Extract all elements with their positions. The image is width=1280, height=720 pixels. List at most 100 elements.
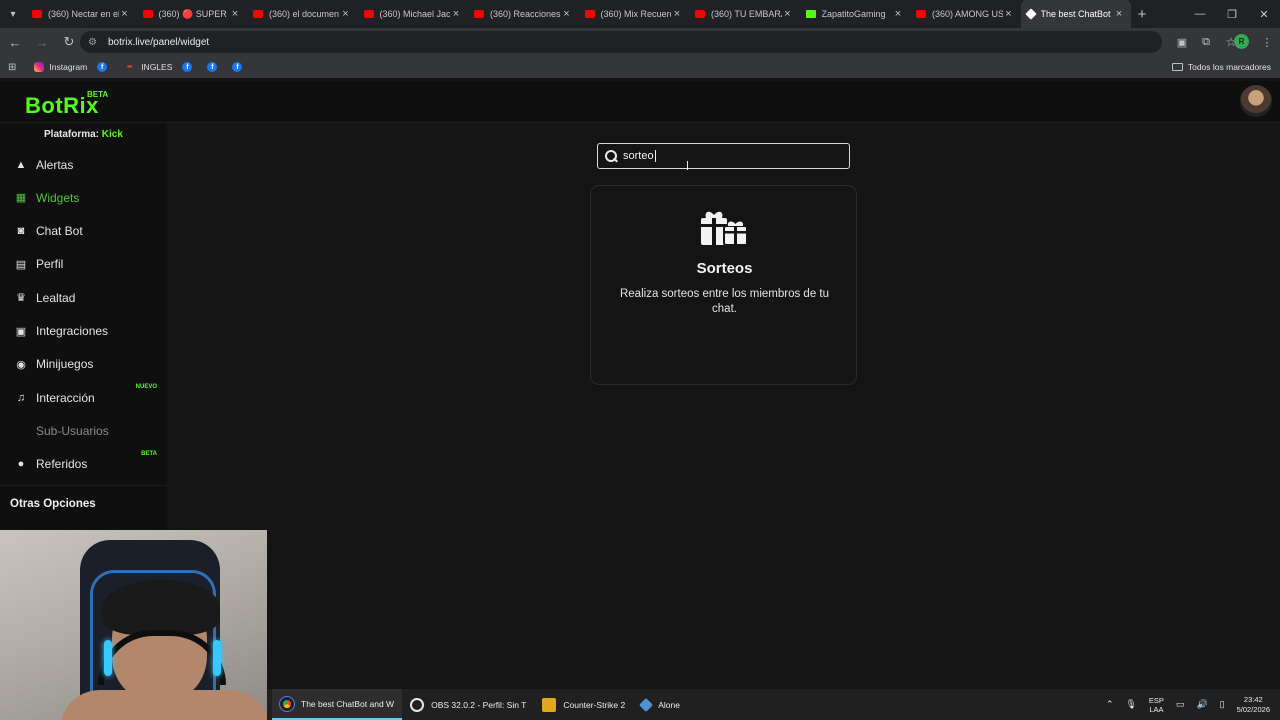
tab-title: (360) AMONG US bbox=[932, 9, 1003, 19]
sidebar-item-widgets[interactable]: ▦ Widgets bbox=[0, 181, 166, 214]
taskbar-app[interactable]: Counter-Strike 2 bbox=[534, 689, 633, 720]
all-bookmarks-folder[interactable]: Todos los marcadores bbox=[1171, 56, 1271, 78]
bookmark-item[interactable]: f bbox=[182, 62, 197, 72]
sidebar-item-interacci-n[interactable]: ♫ Interacción NUEVO bbox=[0, 381, 166, 414]
all-bookmarks-label: Todos los marcadores bbox=[1187, 62, 1271, 72]
input-language[interactable]: ESP LAA bbox=[1149, 696, 1164, 714]
ingles-icon: ••• bbox=[127, 63, 132, 71]
sidebar-item-sub-usuarios[interactable]: Sub-Usuarios bbox=[0, 414, 166, 447]
url-field[interactable]: ⚙ botrix.live/panel/widget ☆ bbox=[80, 31, 1236, 53]
close-tab-icon[interactable]: × bbox=[782, 8, 794, 20]
plug-icon: ▣ bbox=[15, 325, 27, 338]
close-tab-icon[interactable]: × bbox=[561, 8, 573, 20]
logo-beta-badge: BETA bbox=[87, 90, 109, 99]
close-tab-icon[interactable]: × bbox=[1113, 8, 1125, 20]
media-icon[interactable]: ▣ bbox=[1170, 30, 1194, 54]
network-icon[interactable]: ▭ bbox=[1176, 699, 1185, 710]
close-tab-icon[interactable]: × bbox=[1003, 8, 1015, 20]
back-button[interactable]: ← bbox=[3, 30, 27, 54]
kick-icon bbox=[805, 10, 816, 18]
windows-taskbar: The best ChatBot and W OBS 32.0.2 - Perf… bbox=[267, 689, 1280, 720]
browser-tab[interactable]: The best ChatBot × bbox=[1020, 0, 1131, 28]
taskbar-app-label: OBS 32.0.2 - Perfil: Sin T bbox=[431, 699, 527, 710]
card-title: Sorteos bbox=[696, 260, 753, 277]
bookmark-item[interactable]: f bbox=[97, 62, 112, 72]
sidebar-item-label: Perfil bbox=[36, 257, 64, 272]
tab-title: (360) el documen bbox=[269, 9, 340, 19]
sidebar-item-chat-bot[interactable]: ◙ Chat Bot bbox=[0, 215, 166, 248]
new-tab-button[interactable]: + bbox=[1131, 6, 1153, 23]
gamepad-icon: ◉ bbox=[16, 358, 26, 371]
battery-icon[interactable]: ▯ bbox=[1220, 699, 1225, 710]
close-tab-icon[interactable]: × bbox=[229, 8, 241, 20]
platform-label: Plataforma: bbox=[44, 129, 100, 140]
close-window-button[interactable]: ✕ bbox=[1248, 0, 1280, 28]
tray-overflow-icon[interactable]: ⌃ bbox=[1106, 699, 1114, 710]
minimize-button[interactable]: — bbox=[1184, 0, 1216, 28]
user-avatar[interactable] bbox=[1240, 85, 1272, 117]
restore-button[interactable]: ❐ bbox=[1216, 0, 1248, 28]
site-info-icon[interactable]: ⚙ bbox=[88, 37, 100, 48]
apps-grid-icon[interactable]: ⊞ bbox=[8, 62, 16, 73]
browser-menu-icon[interactable]: ⋮ bbox=[1255, 30, 1279, 54]
sidebar-item-label: Widgets bbox=[36, 190, 80, 205]
users-icon: ● bbox=[17, 458, 25, 471]
sidebar-item-label: Minijuegos bbox=[36, 357, 94, 372]
browser-tab[interactable]: (360) TU EMBARA × bbox=[689, 0, 800, 28]
browser-tab[interactable]: (360) AMONG US × bbox=[910, 0, 1021, 28]
bookmark-item[interactable]: f bbox=[232, 62, 247, 72]
profile-avatar[interactable]: R bbox=[1234, 34, 1249, 49]
browser-tab[interactable]: (360) el documen × bbox=[247, 0, 358, 28]
taskbar-app-label: Counter-Strike 2 bbox=[563, 699, 626, 710]
taskbar-app[interactable]: The best ChatBot and W bbox=[272, 689, 403, 720]
bookmark-item[interactable]: Instagram bbox=[34, 62, 87, 72]
youtube-icon bbox=[142, 10, 153, 18]
microphone-icon[interactable]: 🎙 bbox=[1125, 699, 1136, 710]
taskbar-clock[interactable]: 23:42 5/02/2026 bbox=[1237, 695, 1270, 715]
sidebar-item-minijuegos[interactable]: ◉ Minijuegos bbox=[0, 348, 166, 381]
bookmark-item[interactable]: ••• INGLES bbox=[122, 62, 172, 72]
close-tab-icon[interactable]: × bbox=[450, 8, 462, 20]
tab-title: (360) 🔴 SUPER M bbox=[158, 8, 230, 19]
counter-strike-icon bbox=[542, 697, 557, 712]
browser-tab[interactable]: (360) Reacciones × bbox=[468, 0, 579, 28]
browser-tab[interactable]: (360) Mix Recuerd × bbox=[579, 0, 690, 28]
tab-title: (360) Mix Recuerd bbox=[600, 9, 672, 19]
tab-title: (360) Nectar en el bbox=[48, 9, 119, 19]
sidebar-item-referidos[interactable]: ● Referidos BETA bbox=[0, 448, 166, 481]
taskbar-app[interactable]: OBS 32.0.2 - Perfil: Sin T bbox=[402, 689, 534, 720]
sidebar-badge: BETA bbox=[141, 450, 157, 457]
sidebar-item-perfil[interactable]: ▤ Perfil bbox=[0, 248, 166, 281]
sidebar-item-lealtad[interactable]: ♛ Lealtad bbox=[0, 281, 166, 314]
url-text: botrix.live/panel/widget bbox=[108, 36, 210, 48]
close-tab-icon[interactable]: × bbox=[340, 8, 352, 20]
other-options-heading[interactable]: Otras Opciones bbox=[10, 498, 96, 510]
browser-tab[interactable]: (360) Michael Jack × bbox=[358, 0, 469, 28]
bookmark-item[interactable]: f bbox=[207, 62, 222, 72]
browser-tab[interactable]: (360) 🔴 SUPER M × bbox=[137, 0, 248, 28]
tab-title: (360) Reacciones bbox=[490, 9, 561, 19]
volume-icon[interactable]: 🔊 bbox=[1196, 699, 1207, 710]
widget-search-input[interactable]: sorteo bbox=[597, 143, 850, 169]
sidebar-item-alertas[interactable]: ▲ Alertas bbox=[0, 148, 166, 181]
widget-card-sorteos[interactable]: Sorteos Realiza sorteos entre los miembr… bbox=[590, 185, 857, 385]
taskbar-app[interactable]: Alone bbox=[633, 689, 688, 720]
browser-tab[interactable]: ZapatitoGaming × bbox=[800, 0, 911, 28]
reload-button[interactable]: ↻ bbox=[57, 30, 81, 54]
sidebar-item-integraciones[interactable]: ▣ Integraciones bbox=[0, 315, 166, 348]
tab-search-chevron-icon[interactable]: ▾ bbox=[0, 0, 26, 28]
close-tab-icon[interactable]: × bbox=[119, 8, 131, 20]
search-value: sorteo bbox=[623, 149, 656, 163]
tab-title: The best ChatBot bbox=[1040, 9, 1111, 19]
close-tab-icon[interactable]: × bbox=[892, 8, 904, 20]
facebook-icon: f bbox=[232, 62, 243, 72]
window-controls: — ❐ ✕ bbox=[1184, 0, 1280, 28]
sidebar-item-label: Integraciones bbox=[36, 324, 109, 338]
card-description: Realiza sorteos entre los miembros de tu… bbox=[619, 288, 829, 315]
close-tab-icon[interactable]: × bbox=[671, 8, 683, 20]
browser-tab[interactable]: (360) Nectar en el × bbox=[26, 0, 137, 28]
sidebar-item-label: Lealtad bbox=[36, 290, 76, 305]
system-tray: ⌃ 🎙 ESP LAA ▭ 🔊 ▯ 23:42 5/02/2026 bbox=[1100, 689, 1280, 720]
forward-button[interactable]: → bbox=[30, 30, 54, 54]
extensions-icon[interactable]: ⧉ bbox=[1194, 30, 1218, 54]
